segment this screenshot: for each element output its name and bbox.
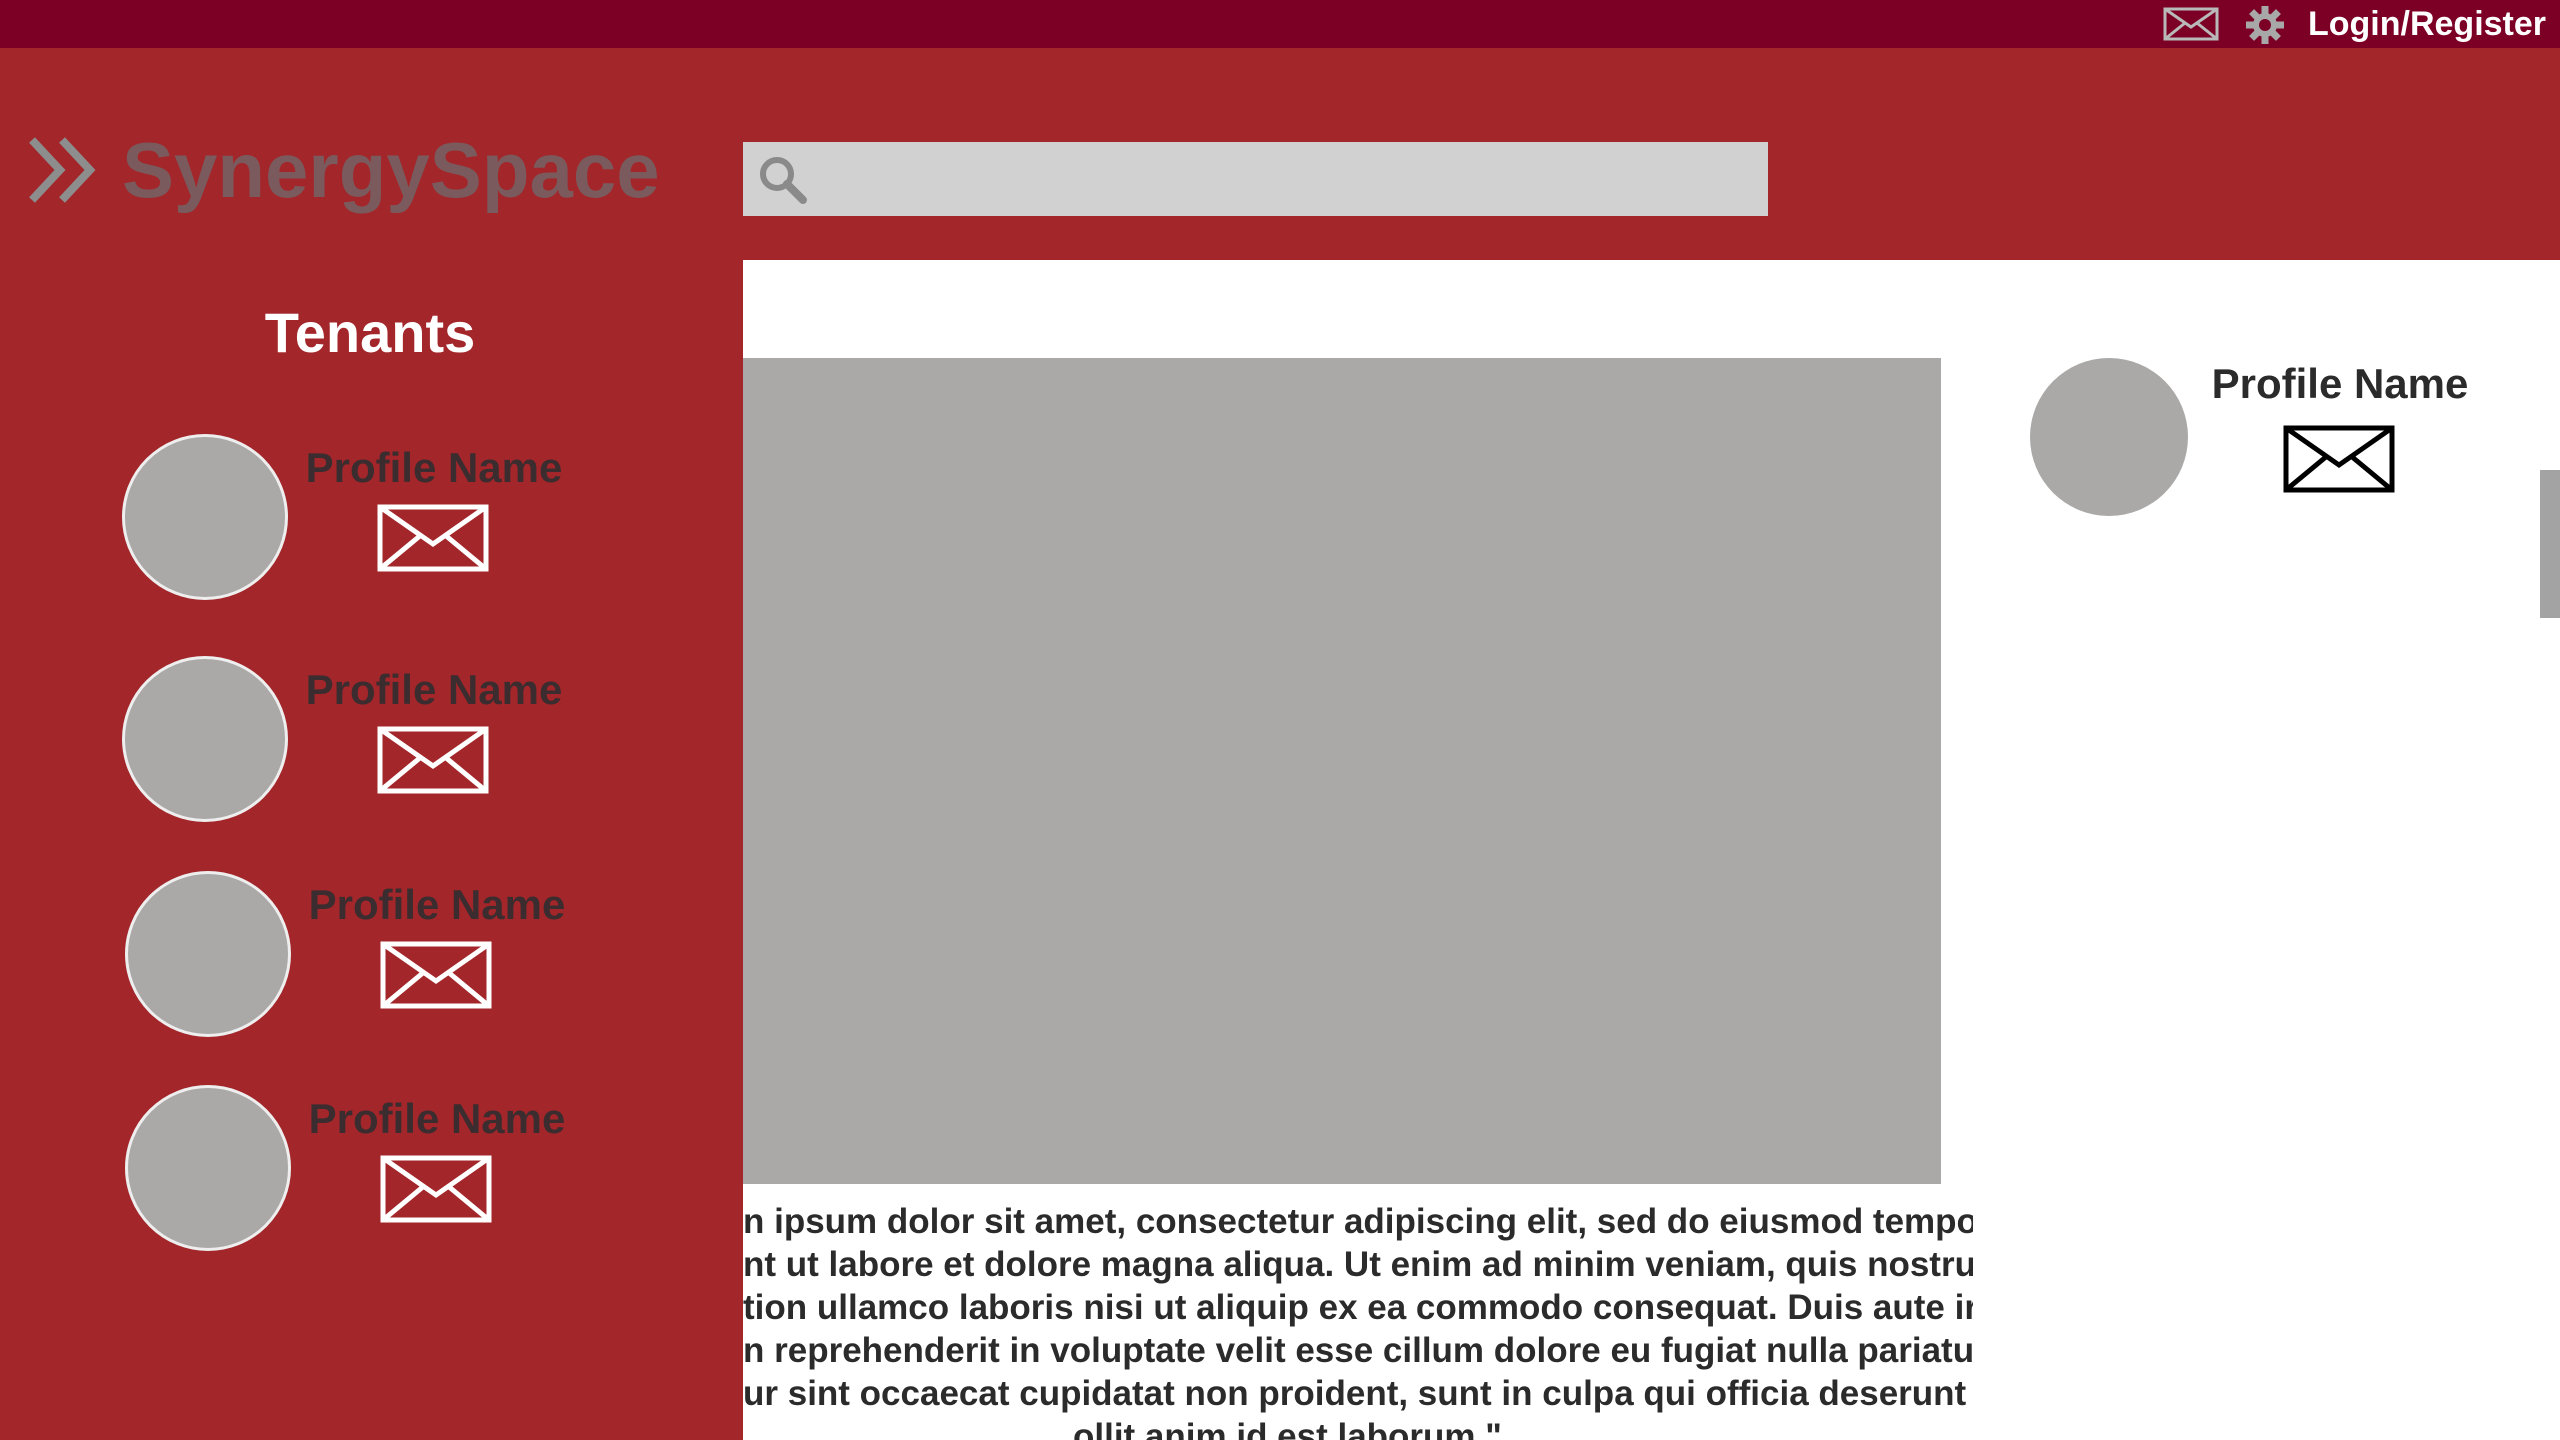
mail-icon[interactable]	[377, 726, 489, 794]
search-bar[interactable]	[743, 142, 1768, 218]
post-body-text: n ipsum dolor sit amet, consectetur adip…	[743, 1200, 1973, 1440]
profile-name[interactable]: Profile Name	[2200, 360, 2480, 408]
mail-icon[interactable]	[2283, 425, 2395, 493]
search-input[interactable]	[821, 142, 1755, 218]
login-register-link[interactable]: Login/Register	[2308, 0, 2546, 48]
avatar[interactable]	[2030, 358, 2188, 516]
text-line: tion ullamco laboris nisi ut aliquip ex …	[743, 1288, 1973, 1327]
sidebar-title: Tenants	[264, 301, 476, 364]
profile-name[interactable]: Profile Name	[304, 666, 564, 714]
text-line: ollit anim id est laborum."	[1073, 1417, 1502, 1440]
tenant-item[interactable]: Profile Name	[125, 1085, 585, 1255]
mail-icon[interactable]	[2163, 7, 2219, 41]
text-line: nt ut labore et dolore magna aliqua. Ut …	[743, 1245, 1973, 1284]
tenant-item[interactable]: Profile Name	[122, 434, 582, 604]
text-line: ur sint occaecat cupidatat non proident,…	[743, 1374, 1973, 1413]
avatar[interactable]	[125, 871, 291, 1037]
mail-icon[interactable]	[377, 504, 489, 572]
profile-name[interactable]: Profile Name	[307, 881, 567, 929]
chevrons-icon	[26, 132, 102, 208]
media-placeholder	[743, 358, 1941, 1184]
tenant-item[interactable]: Profile Name	[125, 871, 585, 1041]
tenant-item[interactable]: Profile Name	[122, 656, 582, 826]
mail-icon[interactable]	[380, 1155, 492, 1223]
profile-name[interactable]: Profile Name	[307, 1095, 567, 1143]
avatar[interactable]	[122, 434, 288, 600]
avatar[interactable]	[122, 656, 288, 822]
avatar[interactable]	[125, 1085, 291, 1251]
profile-name[interactable]: Profile Name	[304, 444, 564, 492]
top-bar: Login/Register	[0, 0, 2560, 48]
brand-name: SynergySpace	[122, 126, 660, 214]
mail-icon[interactable]	[380, 941, 492, 1009]
text-line: n ipsum dolor sit amet, consectetur adip…	[743, 1202, 1973, 1241]
search-icon[interactable]	[755, 152, 811, 208]
scrollbar-thumb[interactable]	[2540, 470, 2560, 618]
text-line: n reprehenderit in voluptate velit esse …	[743, 1331, 1973, 1370]
gear-icon[interactable]	[2242, 5, 2288, 45]
